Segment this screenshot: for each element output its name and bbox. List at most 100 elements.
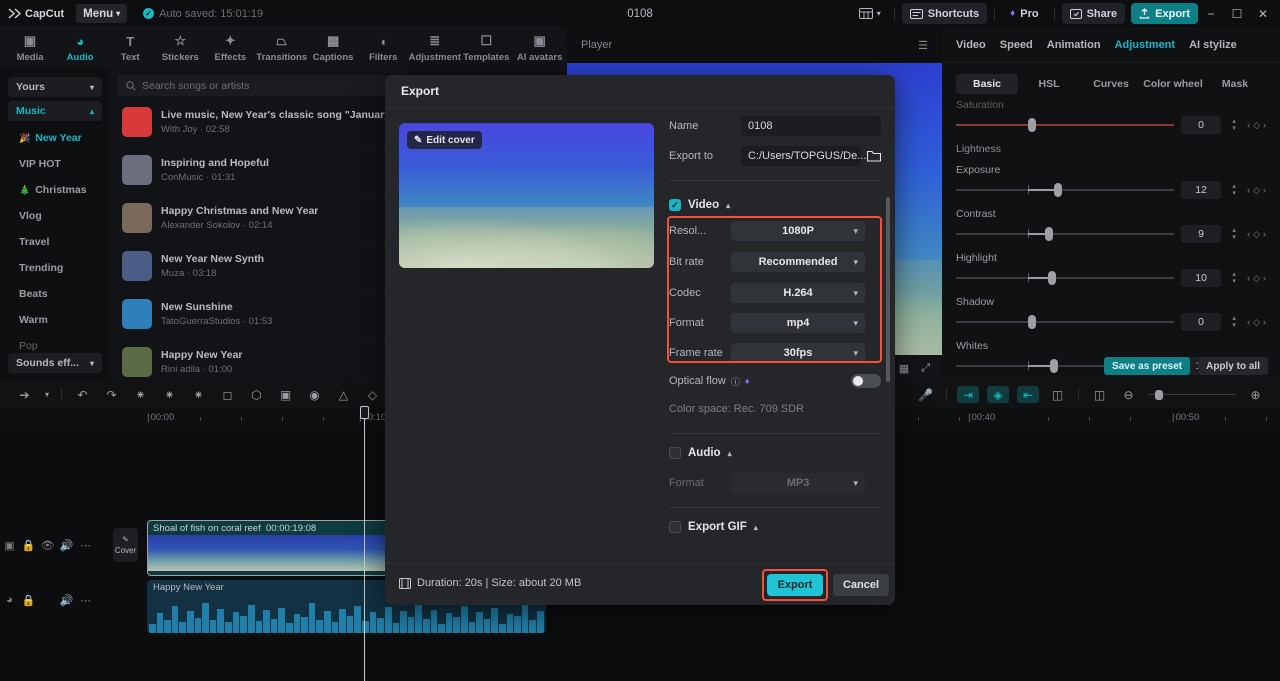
export-path-input[interactable]: C:/Users/TOPGUS/De...	[741, 146, 866, 166]
saturation-slider[interactable]	[956, 118, 1175, 132]
apply-to-all-button[interactable]: Apply to all	[1198, 357, 1268, 375]
close-button[interactable]: ✕	[1250, 3, 1276, 24]
subtab-curves[interactable]: Curves	[1080, 74, 1142, 94]
save-as-preset-button[interactable]: Save as preset	[1104, 357, 1191, 375]
trim-left-icon[interactable]: ⁕	[155, 384, 184, 406]
select-icon[interactable]: ➔	[10, 384, 39, 406]
codec-select[interactable]: H.264 ▾	[731, 283, 865, 303]
chevron-down-icon[interactable]: ▾	[39, 384, 55, 406]
shortcuts-button[interactable]: Shortcuts	[901, 3, 988, 24]
tool-tab-audio[interactable]: ◕ Audio	[56, 34, 104, 63]
audio-format-select[interactable]: MP3 ▾	[731, 473, 865, 493]
tool-tab-media[interactable]: ▣ Media	[6, 33, 54, 63]
fullscreen-icon[interactable]: ⤢	[921, 362, 930, 375]
shadow-value[interactable]: 0	[1181, 313, 1222, 331]
resolution-select[interactable]: 1080P ▾	[731, 221, 865, 241]
layout-selector[interactable]: ▾	[853, 8, 887, 19]
tab-animation[interactable]: Animation	[1047, 39, 1101, 51]
video-section-header[interactable]: ✓ Video ▴	[669, 199, 730, 211]
grid-icon[interactable]: ▦	[899, 362, 909, 375]
sidebar-item-beats[interactable]: Beats	[0, 281, 110, 307]
more-icon[interactable]: ⋯	[76, 590, 95, 610]
tool-tab-stickers[interactable]: ☆ Stickers	[156, 33, 204, 63]
highlight-keyframe[interactable]: ‹ ◇ ›	[1247, 273, 1266, 284]
tab-speed[interactable]: Speed	[1000, 39, 1033, 51]
preview-icon[interactable]: ◫	[1085, 384, 1114, 406]
format-select[interactable]: mp4 ▾	[731, 313, 865, 333]
dialog-scrollbar[interactable]	[886, 197, 890, 382]
tab-ai-stylize[interactable]: AI stylize	[1189, 39, 1237, 51]
timeline-zoom-slider[interactable]	[1149, 389, 1235, 401]
name-input[interactable]: 0108	[741, 116, 881, 136]
magnet-icon[interactable]: ◫	[1043, 384, 1072, 406]
transform-icon[interactable]: ◇	[358, 384, 387, 406]
maximize-button[interactable]: ☐	[1224, 3, 1250, 24]
shield-icon[interactable]: ⬡	[242, 384, 271, 406]
sidebar-item-travel[interactable]: Travel	[0, 229, 110, 255]
tool-tab-adjustment[interactable]: ≣ Adjustment	[409, 33, 461, 63]
menu-button[interactable]: Menu ▾	[76, 4, 128, 23]
shadow-stepper[interactable]: ▴ ▾	[1228, 313, 1240, 331]
tool-tab-text[interactable]: T Text	[106, 34, 154, 63]
rail-sounds-dropdown[interactable]: Sounds eff... ▾	[8, 353, 102, 373]
tool-tab-ai-avatars[interactable]: ▣ AI avatars	[512, 33, 567, 63]
tool-tab-captions[interactable]: ▩ Captions	[309, 33, 357, 63]
contrast-keyframe[interactable]: ‹ ◇ ›	[1247, 229, 1266, 240]
tab-video[interactable]: Video	[956, 39, 986, 51]
optical-flow-toggle[interactable]	[851, 374, 881, 388]
minimize-button[interactable]: −	[1198, 3, 1224, 24]
tool-tab-templates[interactable]: ☐ Templates	[462, 33, 510, 63]
sidebar-item-christmas[interactable]: 🎄 Christmas	[0, 177, 110, 203]
audio-checkbox[interactable]	[669, 447, 681, 459]
gif-section-header[interactable]: Export GIF ▴	[669, 521, 758, 533]
link-out-icon[interactable]: ⇤	[1017, 386, 1039, 403]
export-confirm-button[interactable]: Export	[767, 574, 823, 596]
rail-music-dropdown[interactable]: Music ▴	[8, 101, 102, 121]
tab-adjustment[interactable]: Adjustment	[1115, 39, 1176, 51]
mirror-icon[interactable]: △	[329, 384, 358, 406]
playhead-handle[interactable]	[360, 406, 369, 419]
video-checkbox[interactable]: ✓	[669, 199, 681, 211]
sidebar-item-trending[interactable]: Trending	[0, 255, 110, 281]
crop-icon[interactable]: ▣	[271, 384, 300, 406]
saturation-keyframe[interactable]: ‹ ◇ ›	[1247, 120, 1266, 131]
contrast-value[interactable]: 9	[1181, 225, 1222, 243]
framerate-select[interactable]: 30fps ▾	[731, 343, 865, 363]
edit-cover-button[interactable]: ✎ Edit cover	[407, 131, 482, 149]
lock-icon[interactable]: 🔒	[19, 590, 38, 610]
keyframe-icon[interactable]: ◉	[300, 384, 329, 406]
sidebar-item-vip-hot[interactable]: VIP HOT	[0, 151, 110, 177]
highlight-stepper[interactable]: ▴ ▾	[1228, 269, 1240, 287]
shadow-slider[interactable]	[956, 315, 1175, 329]
share-button[interactable]: Share	[1061, 3, 1126, 24]
shadow-keyframe[interactable]: ‹ ◇ ›	[1247, 317, 1266, 328]
sidebar-item-warm[interactable]: Warm	[0, 307, 110, 333]
subtab-basic[interactable]: Basic	[956, 74, 1018, 94]
tool-tab-effects[interactable]: ✦ Effects	[206, 33, 254, 63]
folder-icon[interactable]	[866, 146, 882, 166]
eye-icon[interactable]: 👁	[38, 535, 57, 555]
audio-disc-icon[interactable]: ◕	[0, 590, 19, 610]
subtab-color-wheel[interactable]: Color wheel	[1142, 74, 1204, 94]
split-icon[interactable]: ⁕	[126, 384, 155, 406]
hamburger-icon[interactable]: ☰	[918, 39, 928, 52]
tool-tab-transitions[interactable]: ⏢ Transitions	[256, 33, 307, 63]
exposure-value[interactable]: 12	[1181, 181, 1222, 199]
contrast-slider[interactable]	[956, 227, 1175, 241]
export-button-titlebar[interactable]: Export	[1131, 3, 1198, 24]
tool-tab-filters[interactable]: ◖ Filters	[359, 34, 407, 63]
thumbnail-icon[interactable]: ▣	[0, 535, 19, 555]
auto-cut-icon[interactable]: ◈	[987, 386, 1009, 403]
undo-icon[interactable]: ↶	[68, 384, 97, 406]
subtab-hsl[interactable]: HSL	[1018, 74, 1080, 94]
highlight-slider[interactable]	[956, 271, 1175, 285]
saturation-value[interactable]: 0	[1181, 116, 1222, 134]
audio-section-header[interactable]: Audio ▴	[669, 447, 732, 459]
exposure-stepper[interactable]: ▴ ▾	[1228, 181, 1240, 199]
delete-icon[interactable]: ◻	[213, 384, 242, 406]
trim-right-icon[interactable]: ⁕	[184, 384, 213, 406]
cancel-button[interactable]: Cancel	[833, 574, 889, 596]
subtab-mask[interactable]: Mask	[1204, 74, 1266, 94]
sidebar-item-vlog[interactable]: Vlog	[0, 203, 110, 229]
info-icon[interactable]: ⓘ	[731, 375, 740, 388]
